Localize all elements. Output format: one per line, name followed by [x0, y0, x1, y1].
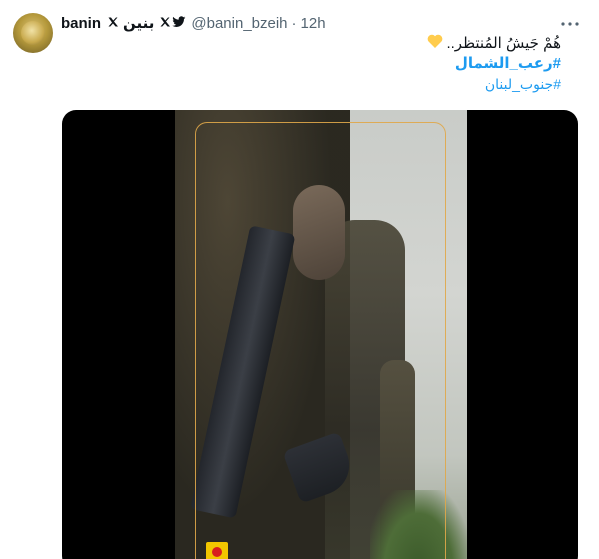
tweet-text: هُمْ جَيشُ المُنتظر.. #رعب_الشمال #جنوب_…	[427, 34, 561, 94]
tweet-text-content: هُمْ جَيشُ المُنتظر..	[446, 35, 561, 52]
tweet-header: banin بنين @banin_bzeih · 12h	[61, 13, 326, 33]
yellow-heart-icon	[427, 34, 443, 54]
separator: ·	[291, 14, 297, 32]
avatar-image	[21, 21, 45, 45]
video-frame[interactable]	[175, 110, 467, 559]
x-logo-icon	[106, 15, 119, 32]
author-name[interactable]: banin	[61, 15, 101, 32]
hashtag-link[interactable]: #رعب_الشمال	[427, 54, 561, 74]
timestamp[interactable]: 12h	[301, 15, 326, 32]
author-name-ar: بنين	[123, 15, 155, 32]
more-options-icon[interactable]	[560, 14, 580, 34]
hashtag-link[interactable]: #جنوب_لبنان	[427, 74, 561, 94]
bird-icon	[171, 15, 186, 32]
tweet-text-line: هُمْ جَيشُ المُنتظر..	[427, 34, 561, 54]
author-handle[interactable]: @banin_bzeih	[191, 15, 287, 32]
decorative-frame	[195, 122, 446, 559]
channel-logo-icon	[206, 542, 228, 559]
tweet[interactable]: banin بنين @banin_bzeih · 12h هُمْ جَيشُ…	[0, 0, 599, 559]
avatar[interactable]	[13, 13, 53, 53]
video-media[interactable]	[62, 110, 578, 559]
x-logo-icon	[158, 15, 171, 32]
author-badges: بنين	[106, 14, 186, 32]
